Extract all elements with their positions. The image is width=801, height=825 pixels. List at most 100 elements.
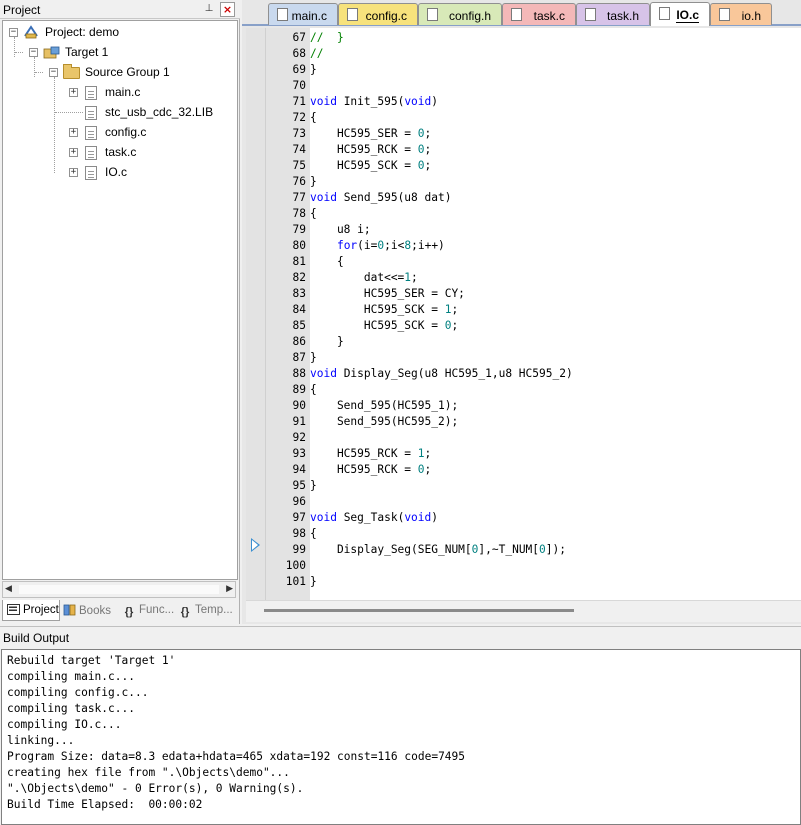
line-number: 71 bbox=[292, 95, 306, 108]
editor-tab[interactable]: config.c bbox=[338, 3, 418, 25]
editor-tab[interactable]: task.c bbox=[502, 3, 576, 25]
scroll-track[interactable] bbox=[19, 585, 219, 594]
scroll-thumb[interactable] bbox=[264, 609, 574, 612]
line-number: 77 bbox=[292, 191, 306, 204]
code-line: 67 // } bbox=[246, 30, 801, 46]
tree-node-target[interactable]: − Target 1 bbox=[3, 43, 233, 63]
code-line: 91 Send_595(HC595_2); bbox=[246, 414, 801, 430]
line-number: 83 bbox=[292, 287, 306, 300]
source-group-label: Source Group 1 bbox=[85, 65, 170, 79]
project-tree-hscrollbar[interactable]: ◀ ▶ bbox=[2, 581, 236, 598]
code-line: 72 { bbox=[246, 110, 801, 126]
code-text: { bbox=[310, 383, 317, 396]
code-text: HC595_RCK = 0; bbox=[310, 463, 432, 476]
editor-tab[interactable]: io.h bbox=[710, 3, 772, 25]
build-output-pane: Build Output Rebuild target 'Target 1' co… bbox=[0, 626, 801, 825]
build-output-text[interactable]: Rebuild target 'Target 1' compiling main.… bbox=[1, 649, 801, 825]
tree-node-source-group[interactable]: − Source Group 1 bbox=[3, 63, 233, 83]
code-text: void Display_Seg(u8 HC595_1,u8 HC595_2) bbox=[310, 367, 573, 380]
expand-icon[interactable]: + bbox=[69, 88, 78, 97]
tree-connector bbox=[55, 112, 83, 113]
tab-templates[interactable]: {} Temp... bbox=[178, 600, 236, 621]
build-output-line: creating hex file from ".\Objects\demo".… bbox=[7, 766, 290, 779]
file-icon bbox=[659, 7, 670, 20]
line-number: 82 bbox=[292, 271, 306, 284]
line-number: 88 bbox=[292, 367, 306, 380]
file-label: stc_usb_cdc_32.LIB bbox=[105, 105, 214, 119]
code-line: 86 } bbox=[246, 334, 801, 350]
code-text: HC595_RCK = 0; bbox=[310, 143, 432, 156]
line-number: 89 bbox=[292, 383, 306, 396]
code-text: HC595_SCK = 0; bbox=[310, 159, 432, 172]
collapse-icon[interactable]: − bbox=[9, 28, 18, 37]
line-number: 70 bbox=[292, 79, 306, 92]
file-label: task.c bbox=[105, 145, 137, 159]
tab-label: Temp... bbox=[195, 604, 233, 616]
expand-icon[interactable]: + bbox=[69, 148, 78, 157]
current-line-arrow-icon bbox=[251, 538, 260, 552]
editor-hscrollbar[interactable] bbox=[246, 600, 801, 622]
scroll-left-icon[interactable]: ◀ bbox=[5, 584, 12, 594]
build-output-line: compiling main.c... bbox=[7, 670, 135, 683]
expand-icon[interactable]: + bbox=[69, 128, 78, 137]
file-icon bbox=[85, 166, 97, 180]
code-line: 84 HC595_SCK = 1; bbox=[246, 302, 801, 318]
editor-tab-active[interactable]: IO.c bbox=[650, 2, 710, 26]
code-line: 71 void Init_595(void) bbox=[246, 94, 801, 110]
editor-tab[interactable]: main.c bbox=[268, 3, 338, 25]
code-line: 89 { bbox=[246, 382, 801, 398]
editor-tab[interactable]: config.h bbox=[418, 3, 502, 25]
tree-node-file[interactable]: stc_usb_cdc_32.LIB bbox=[3, 103, 233, 123]
collapse-icon[interactable]: − bbox=[49, 68, 58, 77]
file-icon bbox=[347, 8, 358, 21]
code-line: 81 { bbox=[246, 254, 801, 270]
tree-node-file[interactable]: + main.c bbox=[3, 83, 233, 103]
project-icon bbox=[6, 604, 20, 616]
pin-icon[interactable]: ⊥ bbox=[202, 2, 216, 16]
code-line: 88 void Display_Seg(u8 HC595_1,u8 HC595_2… bbox=[246, 366, 801, 382]
line-number: 73 bbox=[292, 127, 306, 140]
code-text: void Seg_Task(void) bbox=[310, 511, 439, 524]
build-output-line: compiling config.c... bbox=[7, 686, 149, 699]
line-number: 100 bbox=[285, 559, 306, 572]
collapse-icon[interactable]: − bbox=[29, 48, 38, 57]
tab-label: Books bbox=[79, 605, 111, 617]
tree-node-file[interactable]: + task.c bbox=[3, 143, 233, 163]
editor-tab[interactable]: task.h bbox=[576, 3, 650, 25]
target-icon bbox=[43, 46, 60, 60]
build-output-line: Rebuild target 'Target 1' bbox=[7, 654, 176, 667]
line-number: 96 bbox=[292, 495, 306, 508]
tab-books[interactable]: Books bbox=[62, 600, 120, 621]
code-area[interactable]: 67// } 68//69} 70 71 void Init_595(void) 72{7… bbox=[246, 28, 801, 600]
tab-functions[interactable]: {} Func... bbox=[122, 600, 178, 621]
line-number: 67 bbox=[292, 31, 306, 44]
editor-tab-label: task.c bbox=[533, 9, 565, 23]
build-output-line: ".\Objects\demo" - 0 Error(s), 0 Warning… bbox=[7, 782, 304, 795]
code-line: 99 Display_Seg(SEG_NUM[0],~T_NUM[0]); bbox=[246, 542, 801, 558]
build-output-line: compiling task.c... bbox=[7, 702, 135, 715]
code-text: } bbox=[310, 351, 317, 364]
tree-node-file[interactable]: + IO.c bbox=[3, 163, 233, 183]
build-output-line: Build Time Elapsed: 00:00:02 bbox=[7, 798, 203, 811]
expand-icon[interactable]: + bbox=[69, 168, 78, 177]
line-number: 86 bbox=[292, 335, 306, 348]
code-text: { bbox=[310, 207, 317, 220]
build-output-line: compiling IO.c... bbox=[7, 718, 122, 731]
line-number: 85 bbox=[292, 319, 306, 332]
file-icon bbox=[85, 126, 97, 140]
scroll-right-icon[interactable]: ▶ bbox=[226, 584, 233, 594]
line-number: 90 bbox=[292, 399, 306, 412]
tab-project[interactable]: Project bbox=[2, 600, 60, 621]
code-text: { bbox=[310, 527, 317, 540]
code-line: 96 bbox=[246, 494, 801, 510]
code-line: 78 { bbox=[246, 206, 801, 222]
editor-tab-bar: main.c config.c config.h task.c task.h I… bbox=[242, 0, 801, 26]
code-text: dat<<=1; bbox=[310, 271, 418, 284]
build-output-header: Build Output bbox=[0, 626, 801, 648]
tree-node-file[interactable]: + config.c bbox=[3, 123, 233, 143]
code-text: } bbox=[310, 63, 317, 76]
close-icon[interactable]: × bbox=[220, 2, 235, 17]
code-line: 74 HC595_RCK = 0; bbox=[246, 142, 801, 158]
line-number: 81 bbox=[292, 255, 306, 268]
tree-node-project[interactable]: − Project: demo bbox=[3, 23, 233, 43]
